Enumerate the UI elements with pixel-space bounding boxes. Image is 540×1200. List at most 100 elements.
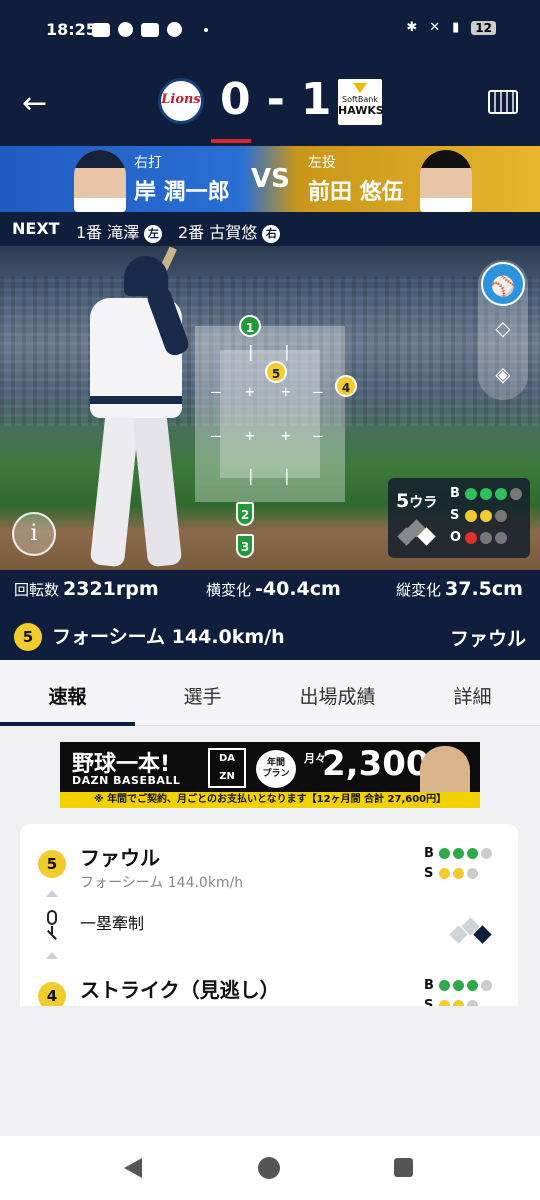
batter-figure [72,246,212,570]
per-month-label: 月々 [304,752,326,765]
horizontal-break: 横変化 -40.4cm [206,578,341,600]
pitch-stats: 回転数 2321rpm 横変化 -40.4cm 縦変化 37.5cm 5 フォーシーム … [0,570,540,660]
banner-person-image [420,746,470,798]
play-ball-count: B [424,846,492,861]
play-by-play-card: 5 ファウル フォーシーム 144.0km/h B S 一塁牽制 4 ストライク… [20,824,518,1006]
home-score: 0 [220,74,253,125]
pitch-marker-4[interactable]: 4 [335,375,357,397]
tab-live[interactable]: 速報 [0,682,135,709]
app-icon [118,22,133,37]
dazn-ad-banner[interactable]: 野球一本! DAZN BASEBALL DAZN 年間プラン 月々 2,300円… [60,742,480,808]
away-score: 1 [300,74,334,125]
strike-dot [495,509,507,522]
microphone-icon [44,910,60,940]
zone-tick: — [211,382,221,401]
pitch-view-icon[interactable]: ⚾ [481,262,525,306]
battery-icon: 12 [471,20,496,35]
ball-dot [495,487,507,500]
play-comment: 一塁牽制 [80,914,145,933]
ball-dot [465,487,477,500]
strike-count: S [450,508,507,523]
zone-cross: + [245,426,255,445]
out-dot [480,531,492,544]
ball-dot [480,487,492,500]
pitch-number-badge: 5 [14,623,42,651]
scoreboard-icon[interactable] [488,90,518,114]
pitcher-photo [420,150,472,212]
dazn-logo: DA ZN [208,748,246,788]
tab-bar: 速報 選手 出場成績 詳細 [0,660,540,726]
right-hand-badge: 右 [262,225,281,243]
lions-logo: Lions [158,78,204,124]
youtube-icon [92,22,110,37]
strike-dot [480,509,492,522]
pitch-marker-1[interactable]: 1 [239,315,261,337]
system-nav-bar [0,1136,540,1200]
zone-cross: + [245,382,255,401]
out-count: O [450,530,507,545]
notification-icons [92,22,208,37]
mute-icon: ✕ [429,20,441,35]
ball-count: B [450,486,522,501]
score-underline [211,139,251,143]
zone-cross: + [281,382,291,401]
play-title[interactable]: ファウル [80,842,160,871]
pitcher-role: 左投 [308,155,336,171]
connector-arrow-icon [46,890,58,897]
play-ball-count: B [424,978,492,993]
status-time: 18:25 [46,20,97,39]
nav-recents-icon[interactable] [394,1158,413,1177]
play-title[interactable]: ストライク（見逃し） [80,974,280,1003]
view-switcher: ⚾ ◇ ◈ [478,260,528,400]
pitcher-name: 前田 悠伍 [308,180,404,205]
zone-tick: | [246,342,256,361]
batter-role: 右打 [134,155,162,171]
zone-tick: — [211,426,221,445]
field-view-icon[interactable]: ◈ [481,352,525,396]
zone-tick: | [282,342,292,361]
info-icon[interactable]: i [12,512,56,556]
baseball-icon [167,22,182,37]
score-separator: - [266,74,287,125]
pitch-marker-5[interactable]: 5 [265,361,287,383]
score-header: ← Lions 0-1 SoftBank HAWKS [0,62,540,146]
annual-plan-badge: 年間 プラン [256,750,296,788]
next-batters-bar: NEXT 1番 滝澤 左 2番 古賀悠 右 [0,212,540,246]
play-number-badge: 5 [38,850,66,878]
banner-subtitle: DAZN BASEBALL [72,774,181,787]
connector-arrow-icon [46,952,58,959]
zone-tick: | [282,466,292,485]
pitch-marker-3[interactable]: 3 [236,534,254,558]
zone-cross: + [281,426,291,445]
vertical-break: 縦変化 37.5cm [396,578,523,600]
next-batter-2: 2番 古賀悠 右 [178,219,281,243]
count-display: 5ウラ B S O [388,478,530,558]
signal-icon: ▮ [452,20,460,35]
tab-details[interactable]: 詳細 [405,682,540,709]
back-arrow-icon[interactable]: ← [22,86,47,121]
bluetooth-icon: ✱ [406,20,418,35]
tab-stats[interactable]: 出場成績 [270,682,405,709]
status-bar: 18:25 ✱ ✕ ▮ 12 [0,0,540,62]
active-tab-indicator [0,722,135,726]
hawks-crest-icon [353,83,367,93]
play-strike-count: S [424,998,478,1006]
score: 0-1 [220,74,334,125]
pitch-marker-2[interactable]: 2 [236,502,254,526]
nav-home-icon[interactable] [258,1157,280,1179]
tab-players[interactable]: 選手 [135,682,270,709]
diamond-view-icon[interactable]: ◇ [481,306,525,350]
play-number-badge: 4 [38,982,66,1006]
nav-back-icon[interactable] [124,1158,142,1178]
batter-name: 岸 潤一郎 [134,180,230,205]
vs-label: VS [251,164,290,194]
current-pitch: 5 フォーシーム 144.0km/h [14,622,285,651]
out-dot [465,531,477,544]
youtube-icon [141,22,159,37]
pitch-result: ファウル [449,628,526,650]
next-label: NEXT [12,219,60,238]
inning-label: 5ウラ [396,490,438,512]
play-pitch-detail: フォーシーム 144.0km/h [80,875,244,891]
hawks-logo: SoftBank HAWKS [338,79,384,125]
content-background [0,1006,540,1136]
